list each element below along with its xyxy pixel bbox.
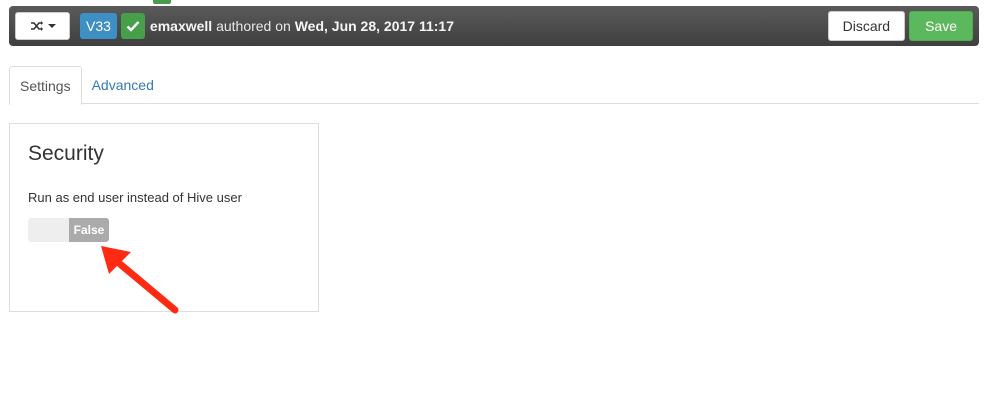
annotation-arrow-icon: [101, 246, 179, 314]
check-icon: [126, 21, 140, 32]
current-version-badge: [120, 13, 145, 39]
authored-text: authored on: [212, 18, 295, 34]
author-line: emaxwell authored on Wed, Jun 28, 2017 1…: [150, 18, 454, 34]
version-history-button[interactable]: [15, 12, 70, 40]
save-button[interactable]: Save: [909, 11, 973, 41]
toggle-track: [28, 218, 69, 242]
shuffle-icon: [30, 21, 43, 31]
panel-title: Security: [28, 142, 104, 165]
tab-advanced[interactable]: Advanced: [82, 66, 164, 104]
run-as-end-user-toggle[interactable]: False: [28, 218, 109, 242]
indicator-tab: [153, 0, 171, 4]
version-bar: V33 emaxwell authored on Wed, Jun 28, 20…: [9, 6, 979, 46]
config-tabs: Settings Advanced: [9, 66, 979, 105]
author-name: emaxwell: [149, 18, 213, 34]
run-as-end-user-label: Run as end user instead of Hive user: [28, 190, 242, 205]
toggle-value: False: [69, 218, 109, 242]
authored-date: Wed, Jun 28, 2017 11:17: [294, 18, 454, 34]
tab-settings[interactable]: Settings: [9, 66, 82, 105]
chevron-down-icon: [47, 24, 56, 28]
discard-button[interactable]: Discard: [827, 11, 906, 41]
version-badge: V33: [80, 13, 117, 39]
